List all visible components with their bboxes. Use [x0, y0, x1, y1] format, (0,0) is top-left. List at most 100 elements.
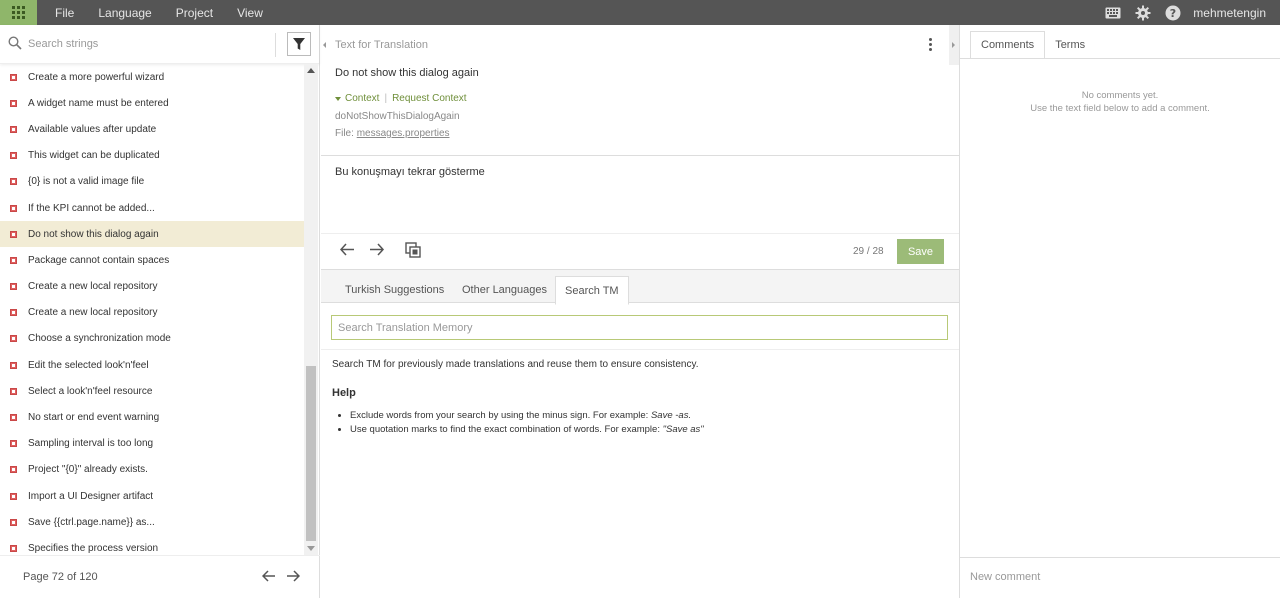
- untranslated-flag-icon: [10, 73, 17, 81]
- context-separator: |: [384, 93, 388, 104]
- request-context-link[interactable]: Request Context: [392, 93, 467, 104]
- string-list-item[interactable]: Create a new local repository: [0, 274, 304, 300]
- help-item-example: Save -as.: [650, 410, 692, 421]
- string-list-item[interactable]: Sampling interval is too long: [0, 431, 304, 457]
- apps-grid-button[interactable]: [0, 0, 37, 25]
- menu-language[interactable]: Language: [98, 6, 151, 20]
- scroll-up-arrow[interactable]: [307, 68, 315, 73]
- string-list-item-label: Import a UI Designer artifact: [28, 490, 154, 502]
- string-list-item-label: Edit the selected look'n'feel: [28, 359, 149, 371]
- string-list-item[interactable]: Choose a synchronization mode: [0, 326, 304, 352]
- untranslated-flag-icon: [10, 178, 17, 186]
- main-menu: File Language Project View: [55, 6, 287, 20]
- untranslated-flag-icon: [10, 518, 17, 526]
- source-text: Do not show this dialog again: [335, 67, 479, 79]
- string-list-item[interactable]: A widget name must be entered: [0, 90, 304, 116]
- help-item-text: Use quotation marks to find the exact co…: [350, 424, 663, 435]
- untranslated-flag-icon: [10, 283, 17, 291]
- undo-arrow-icon[interactable]: [339, 243, 355, 259]
- gear-icon[interactable]: [1135, 5, 1151, 21]
- save-button[interactable]: Save: [897, 239, 944, 264]
- string-list-item[interactable]: No start or end event warning: [0, 404, 304, 430]
- untranslated-flag-icon: [10, 152, 17, 160]
- edit-toolbar: 29 / 28 Save: [321, 235, 959, 269]
- untranslated-flag-icon: [10, 335, 17, 343]
- divider: [960, 58, 1280, 59]
- tab-turkish-suggestions[interactable]: Turkish Suggestions: [336, 276, 453, 304]
- string-list-item[interactable]: If the KPI cannot be added...: [0, 195, 304, 221]
- tab-other-languages[interactable]: Other Languages: [453, 276, 556, 304]
- menu-project[interactable]: Project: [176, 6, 213, 20]
- no-comments-line: No comments yet.: [1081, 90, 1159, 101]
- copy-source-icon[interactable]: [405, 242, 421, 261]
- string-list-item[interactable]: Create a more powerful wizard: [0, 64, 304, 90]
- string-list-item[interactable]: Create a new local repository: [0, 300, 304, 326]
- scroll-thumb[interactable]: [306, 366, 316, 541]
- untranslated-flag-icon: [10, 440, 17, 448]
- more-options-icon[interactable]: [929, 38, 932, 51]
- menu-view[interactable]: View: [237, 6, 263, 20]
- string-list-item[interactable]: Package cannot contain spaces: [0, 247, 304, 273]
- collapse-right-arrow-icon[interactable]: [952, 42, 955, 48]
- string-list-item[interactable]: {0} is not a valid image file: [0, 169, 304, 195]
- string-list-item[interactable]: Available values after update: [0, 116, 304, 142]
- string-list-item[interactable]: Save {{ctrl.page.name}} as...: [0, 509, 304, 535]
- divider: [321, 233, 959, 234]
- string-list-item-label: If the KPI cannot be added...: [28, 202, 155, 214]
- string-list-item[interactable]: Select a look'n'feel resource: [0, 378, 304, 404]
- svg-text:?: ?: [1170, 7, 1176, 20]
- keyboard-icon[interactable]: [1105, 5, 1121, 21]
- untranslated-flag-icon: [10, 544, 17, 552]
- search-strings-input[interactable]: [28, 25, 268, 63]
- username[interactable]: mehmetengin: [1193, 6, 1266, 20]
- search-divider: [275, 33, 276, 57]
- untranslated-flag-icon: [10, 387, 17, 395]
- strings-panel: Create a more powerful wizard A widget na…: [0, 25, 320, 598]
- string-list-item-label: Do not show this dialog again: [28, 228, 159, 240]
- prev-page-arrow-icon[interactable]: [261, 569, 276, 585]
- context-row: Context | Request Context: [335, 93, 467, 104]
- string-list-scrollbar[interactable]: [304, 64, 318, 555]
- untranslated-flag-icon: [10, 309, 17, 317]
- context-link[interactable]: Context: [345, 93, 379, 104]
- scroll-down-arrow[interactable]: [307, 546, 315, 551]
- tab-comments[interactable]: Comments: [970, 31, 1046, 59]
- string-list-item-label: Create a more powerful wizard: [28, 71, 165, 83]
- tab-search-tm[interactable]: Search TM: [555, 276, 629, 305]
- string-list-item-label: Package cannot contain spaces: [28, 254, 170, 266]
- menu-file[interactable]: File: [55, 6, 74, 20]
- untranslated-flag-icon: [10, 125, 17, 133]
- translation-text[interactable]: Bu konuşmayı tekrar gösterme: [335, 166, 485, 178]
- string-list-item[interactable]: Project "{0}" already exists.: [0, 457, 304, 483]
- untranslated-flag-icon: [10, 256, 17, 264]
- redo-arrow-icon[interactable]: [369, 243, 385, 259]
- file-link[interactable]: messages.properties: [357, 128, 450, 139]
- next-page-arrow-icon[interactable]: [286, 569, 301, 585]
- file-info: File: messages.properties: [335, 128, 450, 139]
- context-expand-icon[interactable]: [335, 96, 341, 101]
- tm-description: Search TM for previously made translatio…: [332, 359, 699, 370]
- untranslated-flag-icon: [10, 492, 17, 500]
- string-list-item[interactable]: Edit the selected look'n'feel: [0, 352, 304, 378]
- search-tm-input[interactable]: [331, 315, 948, 340]
- untranslated-flag-icon: [10, 204, 17, 212]
- source-header: Text for Translation: [321, 25, 959, 65]
- tab-terms[interactable]: Terms: [1045, 31, 1095, 59]
- filter-button[interactable]: [287, 32, 311, 56]
- no-comments-hint: Use the text field below to add a commen…: [1030, 103, 1210, 114]
- string-search-bar: [0, 25, 319, 64]
- search-icon: [8, 36, 22, 53]
- string-list-item-label: A widget name must be entered: [28, 97, 169, 109]
- string-list-item[interactable]: Import a UI Designer artifact: [0, 483, 304, 509]
- new-comment-input[interactable]: [970, 558, 1270, 596]
- string-list-item[interactable]: This widget can be duplicated: [0, 143, 304, 169]
- string-list-item[interactable]: Do not show this dialog again: [0, 221, 304, 248]
- string-list-item-label: Sampling interval is too long: [28, 438, 154, 450]
- string-list-container: Create a more powerful wizard A widget na…: [0, 64, 320, 555]
- collapse-left-arrow-icon[interactable]: [323, 42, 326, 48]
- suggestions-tabs: Turkish Suggestions Other Languages Sear…: [321, 269, 959, 305]
- help-icon[interactable]: ?: [1165, 5, 1181, 21]
- source-header-title: Text for Translation: [335, 38, 428, 51]
- untranslated-flag-icon: [10, 361, 17, 369]
- comment-area: [960, 557, 1280, 598]
